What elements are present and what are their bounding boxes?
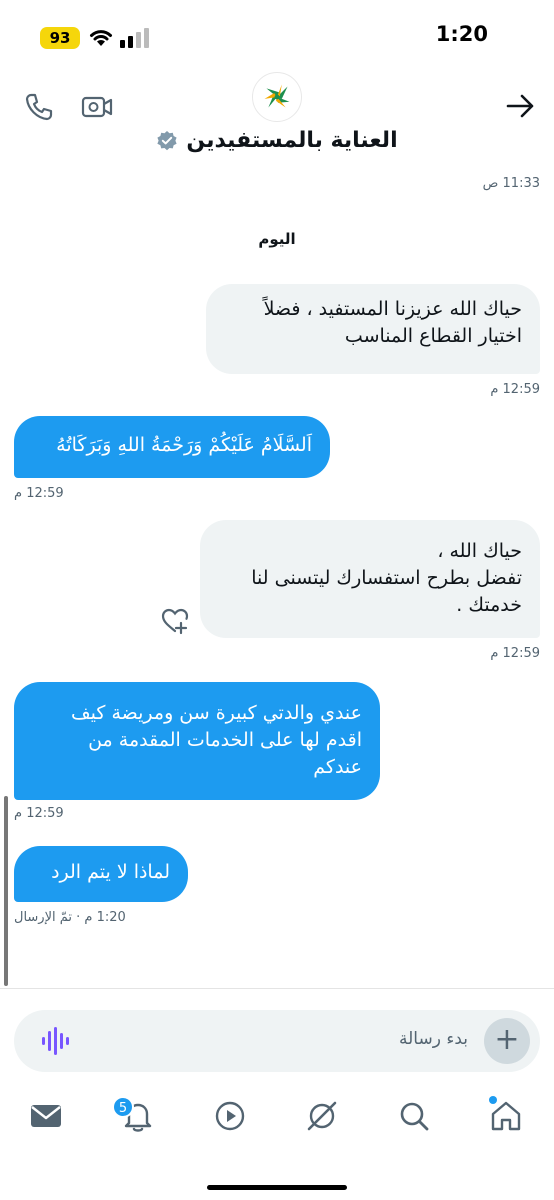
verified-badge-icon xyxy=(157,130,178,150)
sent-message[interactable]: عندي والدتي كبيرة سن ومريضة كيف اقدم لها… xyxy=(14,682,380,800)
message-text: عندكم xyxy=(313,756,362,778)
title-row: العناية بالمستفيدين xyxy=(0,128,554,153)
video-call-icon[interactable] xyxy=(80,90,114,124)
day-separator: اليوم xyxy=(258,230,296,248)
message-text: اختيار القطاع المناسب xyxy=(344,325,522,347)
message-text: حياك الله ، xyxy=(437,540,522,562)
grok-icon[interactable] xyxy=(304,1098,340,1134)
cellular-signal-icon xyxy=(120,28,149,48)
message-text: اقدم لها على الخدمات المقدمة من xyxy=(88,729,362,751)
message-text: حياك الله عزيزنا المستفيد ، فضلاً xyxy=(263,298,522,320)
home-unread-dot xyxy=(489,1096,497,1104)
messages-icon[interactable] xyxy=(28,1098,64,1134)
message-timestamp: 12:59 م xyxy=(14,806,64,821)
message-text: لماذا لا يتم الرد xyxy=(51,861,170,883)
ministry-logo-icon xyxy=(264,84,290,108)
message-text: عندي والدتي كبيرة سن ومريضة كيف xyxy=(70,702,362,724)
message-timestamp: 12:59 م xyxy=(14,486,64,501)
conversation-header: العناية بالمستفيدين xyxy=(0,68,554,172)
back-arrow-icon[interactable] xyxy=(502,88,538,124)
received-message[interactable]: حياك الله عزيزنا المستفيد ، فضلاً اختيار… xyxy=(206,284,540,374)
sent-message[interactable]: لماذا لا يتم الرد xyxy=(14,846,188,902)
phone-call-icon[interactable] xyxy=(22,90,56,124)
notifications-badge: 5 xyxy=(112,1096,134,1118)
message-input[interactable]: بدء رسالة xyxy=(399,1029,468,1049)
sent-message[interactable]: اَلسَّلَامُ عَلَيْكُمْ وَرَحْمَةُ اللهِ … xyxy=(14,416,330,478)
video-play-icon[interactable] xyxy=(212,1098,248,1134)
conversation-title[interactable]: العناية بالمستفيدين xyxy=(186,128,397,153)
voice-message-icon[interactable] xyxy=(40,1026,72,1056)
message-text: اَلسَّلَامُ عَلَيْكُمْ وَرَحْمَةُ اللهِ … xyxy=(56,434,312,456)
add-reaction-icon[interactable] xyxy=(160,606,190,636)
status-bar: 93 1:20 xyxy=(0,0,554,68)
scrollbar[interactable] xyxy=(4,796,8,986)
avatar[interactable] xyxy=(252,72,302,122)
divider xyxy=(0,988,554,989)
message-timestamp: 11:33 ص xyxy=(482,176,540,191)
home-indicator[interactable] xyxy=(207,1185,347,1190)
message-status: 1:20 م · تمّ الإرسال xyxy=(14,910,126,925)
message-text: خدمتك . xyxy=(456,594,522,616)
attach-plus-button[interactable]: + xyxy=(484,1018,530,1064)
status-time: 1:20 xyxy=(435,22,488,46)
search-icon[interactable] xyxy=(396,1098,432,1134)
message-timestamp: 12:59 م xyxy=(490,382,540,397)
wifi-icon xyxy=(90,30,112,46)
message-text: تفضل بطرح استفسارك ليتسنى لنا xyxy=(251,567,522,589)
bottom-nav: 5 xyxy=(0,1090,554,1146)
battery-indicator: 93 xyxy=(40,27,80,49)
message-timestamp: 12:59 م xyxy=(490,646,540,661)
received-message[interactable]: حياك الله ، تفضل بطرح استفسارك ليتسنى لن… xyxy=(200,520,540,638)
message-composer[interactable]: بدء رسالة + xyxy=(14,1010,540,1072)
